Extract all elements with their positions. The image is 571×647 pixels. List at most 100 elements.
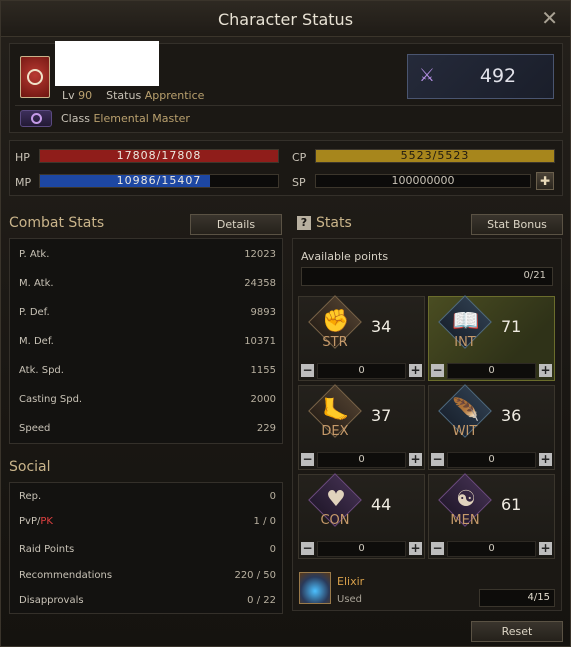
allocated-points: 0	[317, 541, 406, 557]
class-line: Class Elemental Master	[61, 112, 190, 125]
details-button[interactable]: Details	[190, 214, 282, 235]
class-label: Class	[61, 112, 90, 125]
sp-label: SP	[292, 176, 306, 189]
minus-button[interactable]: −	[431, 542, 444, 555]
stat-cell-int: 📖 INT 71 − 0 +	[428, 295, 555, 381]
minus-button[interactable]: −	[431, 453, 444, 466]
stat-value: 24358	[244, 278, 276, 289]
plus-button[interactable]: +	[539, 453, 552, 466]
allocated-points: 0	[447, 363, 536, 379]
crossed-swords-icon: ⚔	[418, 65, 436, 86]
stat-allocator: − 0 +	[299, 540, 424, 558]
allocated-points: 0	[317, 452, 406, 468]
divider	[15, 105, 561, 106]
stat-cell-str: ✊ STR 34 − 0 +	[298, 295, 425, 381]
rank-badge[interactable]: ⚔ 492	[407, 54, 554, 99]
level-label: Lv	[62, 89, 75, 102]
help-icon[interactable]: ?	[297, 216, 311, 230]
social-label: Disapprovals	[19, 595, 84, 606]
stat-cell-dex: 🦶 DEX 37 − 0 +	[298, 384, 425, 470]
stat-abbr: CON	[320, 513, 350, 528]
minus-button[interactable]: −	[301, 364, 314, 377]
status-label: Status	[106, 89, 142, 102]
minus-button[interactable]: −	[301, 542, 314, 555]
character-name-redacted	[55, 41, 159, 86]
reset-button[interactable]: Reset	[471, 621, 563, 642]
social-label: Rep.	[19, 491, 42, 502]
plus-button[interactable]: +	[409, 364, 422, 377]
stat-value: 10371	[244, 336, 276, 347]
character-status-window: Character Status ✕ Lv 90 Status Apprenti…	[0, 0, 571, 647]
dex-icon: 🦶	[322, 398, 350, 423]
sp-potion-icon[interactable]: ✚	[536, 172, 554, 190]
stat-value: 1155	[250, 365, 276, 376]
stat-value: 12023	[244, 249, 276, 260]
social-value: 220 / 50	[234, 570, 276, 581]
social-value: 0 / 22	[247, 595, 276, 606]
elixir-used-field: 4/15	[479, 589, 555, 607]
sp-text: 100000000	[391, 174, 455, 187]
class-portrait	[20, 56, 50, 98]
stat-cell-men: ☯ MEN 61 − 0 +	[428, 473, 555, 559]
hp-bar: 17808/17808	[39, 149, 279, 163]
stat-abbr: WIT	[452, 424, 478, 439]
class-icon	[20, 110, 52, 127]
stat-allocator: − 0 +	[299, 451, 424, 469]
stat-allocator: − 0 +	[429, 362, 554, 380]
combat-stats-title: Combat Stats	[9, 215, 105, 231]
stat-value: 9893	[250, 307, 276, 318]
stat-allocator: − 0 +	[429, 540, 554, 558]
men-icon: ☯	[456, 487, 476, 512]
social-value: 0	[269, 491, 276, 502]
social-label: Raid Points	[19, 544, 75, 555]
int-icon: 📖	[452, 309, 480, 334]
stat-name: Casting Spd.	[19, 394, 83, 405]
stat-abbr: STR	[322, 335, 348, 350]
stats-title: Stats	[316, 215, 352, 231]
status-value: Apprentice	[144, 89, 205, 102]
stat-allocator: − 0 +	[429, 451, 554, 469]
mp-label: MP	[15, 176, 32, 189]
stat-value: 34	[371, 317, 392, 336]
level-value: 90	[78, 89, 93, 102]
social-value: 1 / 0	[253, 516, 276, 527]
hp-label: HP	[15, 151, 30, 164]
stat-name: M. Def.	[19, 336, 54, 347]
plus-button[interactable]: +	[409, 542, 422, 555]
plus-button[interactable]: +	[409, 453, 422, 466]
social-title: Social	[9, 459, 51, 475]
plus-button[interactable]: +	[539, 364, 552, 377]
stat-cell-wit: 🪶 WIT 36 − 0 +	[428, 384, 555, 470]
stat-value: 2000	[250, 394, 276, 405]
cp-bar: 5523/5523	[315, 149, 555, 163]
sp-bar: 100000000	[315, 174, 531, 188]
window-title: Character Status	[217, 10, 354, 29]
emblem-icon	[27, 69, 43, 85]
stat-allocator: − 0 +	[299, 362, 424, 380]
stat-bonus-button[interactable]: Stat Bonus	[471, 214, 563, 235]
elixir-icon	[299, 572, 331, 604]
stat-name: P. Def.	[19, 307, 50, 318]
pk-label: PK	[40, 516, 53, 527]
allocated-points: 0	[447, 541, 536, 557]
plus-button[interactable]: +	[539, 542, 552, 555]
stat-value: 44	[371, 495, 392, 514]
stat-name: P. Atk.	[19, 249, 50, 260]
mp-bar: 10986/15407	[39, 174, 279, 188]
stat-cell-con: ♥ CON 44 − 0 +	[298, 473, 425, 559]
str-icon: ✊	[322, 309, 350, 334]
class-value: Elemental Master	[93, 112, 190, 125]
stat-abbr: INT	[454, 335, 476, 350]
stat-name: M. Atk.	[19, 278, 54, 289]
stat-value: 229	[256, 423, 276, 434]
minus-button[interactable]: −	[431, 364, 444, 377]
allocated-points: 0	[447, 452, 536, 468]
available-points-value: 0/21	[523, 270, 546, 281]
stat-name: Speed	[19, 423, 51, 434]
minus-button[interactable]: −	[301, 453, 314, 466]
allocated-points: 0	[317, 363, 406, 379]
close-icon[interactable]: ✕	[541, 6, 558, 30]
social-label: PvP/	[19, 516, 41, 527]
cp-label: CP	[292, 151, 307, 164]
stat-name: Atk. Spd.	[19, 365, 64, 376]
